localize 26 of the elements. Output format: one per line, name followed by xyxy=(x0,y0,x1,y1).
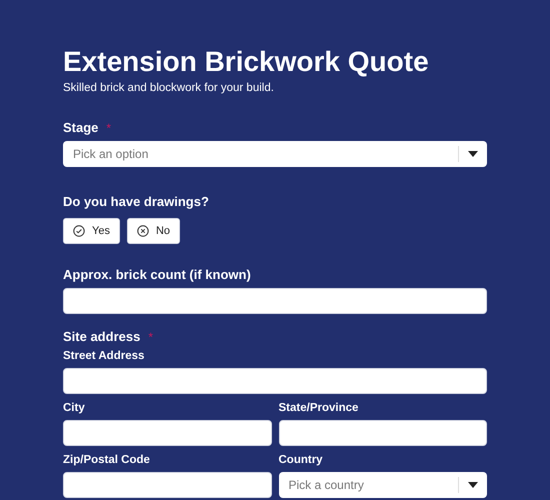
state-field[interactable] xyxy=(278,420,487,446)
required-mark: * xyxy=(148,331,153,343)
form-subtitle: Skilled brick and blockwork for your build. xyxy=(63,81,274,95)
field-label: Country xyxy=(278,453,324,468)
street-address-field[interactable] xyxy=(63,368,487,394)
field-label: Street Address xyxy=(63,350,144,362)
close-circle-icon xyxy=(136,225,149,237)
field-label: Approx. brick count (if known) xyxy=(63,267,251,283)
required-mark: * xyxy=(106,122,112,134)
caret-icon xyxy=(468,151,478,157)
field-label: City xyxy=(63,401,86,416)
choice-button[interactable]: Yes xyxy=(63,218,120,244)
choice-button[interactable]: No xyxy=(126,218,180,244)
zip-field[interactable] xyxy=(63,472,272,498)
country-select[interactable]: Pick a country xyxy=(278,472,487,498)
city-field[interactable] xyxy=(63,420,272,446)
stage-select[interactable]: Pick an option xyxy=(63,141,487,167)
field-label: Do you have drawings? xyxy=(63,194,209,210)
field-label: Stage xyxy=(63,120,98,136)
field-label: Site address xyxy=(63,329,140,345)
field-label: State/Province xyxy=(278,401,360,416)
form-title: Extension Brickwork Quote xyxy=(63,45,429,79)
field-label: Zip/Postal Code xyxy=(63,453,151,468)
check-circle-icon xyxy=(73,225,85,237)
caret-icon xyxy=(468,482,478,488)
brick-count-field[interactable] xyxy=(63,288,487,314)
